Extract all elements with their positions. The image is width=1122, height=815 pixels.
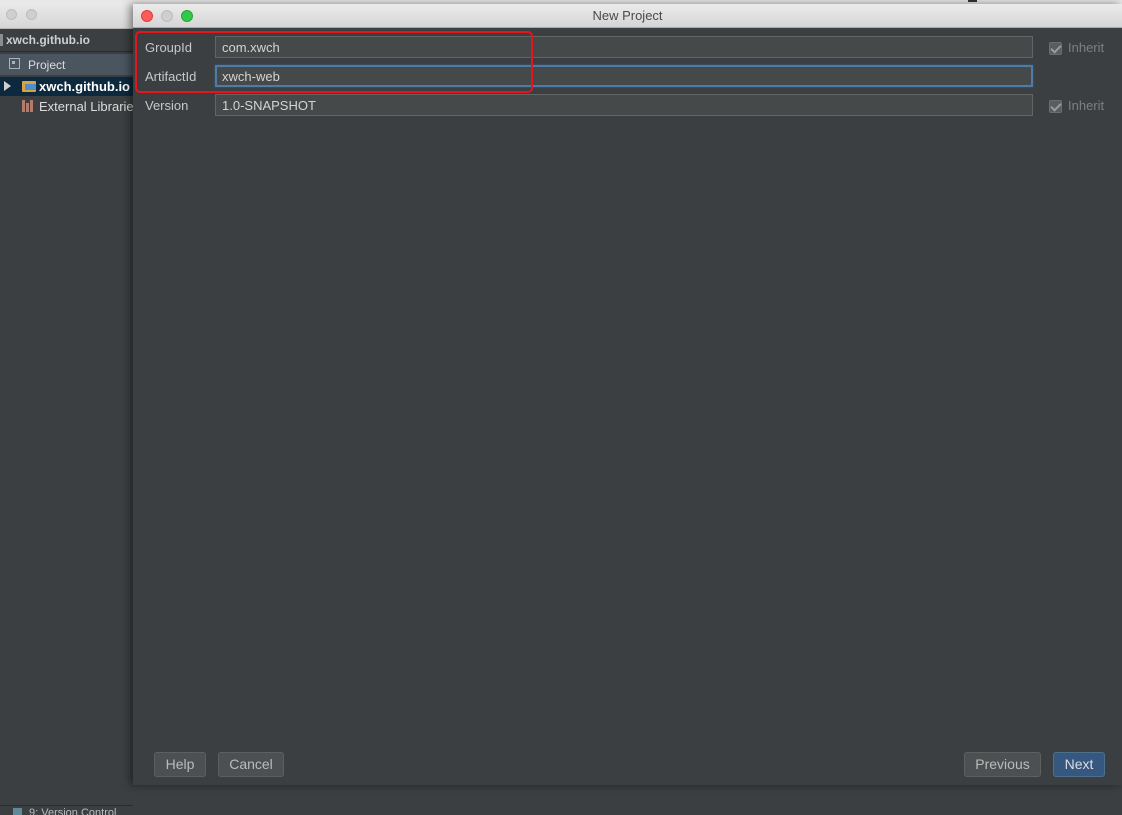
version-inherit-checkbox[interactable]: Inherit xyxy=(1049,98,1122,114)
breadcrumb-marker xyxy=(0,34,3,46)
inherit-label: Inherit xyxy=(1068,40,1105,55)
group-id-input[interactable] xyxy=(215,36,1033,58)
checkbox-icon xyxy=(1049,42,1062,55)
inherit-label: Inherit xyxy=(1068,98,1105,113)
version-control-tab[interactable]: 9: Version Control xyxy=(0,805,133,815)
project-sidebar: xwch.github.io Project xwch.github.io Ex… xyxy=(0,29,133,815)
tree-item-label: External Librarie xyxy=(39,99,133,114)
ide-top-strip xyxy=(0,0,1122,3)
version-control-icon xyxy=(13,808,22,815)
expand-arrow-icon[interactable] xyxy=(4,81,11,91)
dialog-titlebar: New Project xyxy=(133,4,1122,28)
version-label: Version xyxy=(145,98,189,113)
ide-close-light[interactable] xyxy=(6,9,17,20)
tree-item-root[interactable]: xwch.github.io xyxy=(0,77,133,96)
new-project-dialog: New Project GroupId Inherit ArtifactId V… xyxy=(133,4,1122,785)
version-input[interactable] xyxy=(215,94,1033,116)
project-view-tab[interactable]: Project xyxy=(0,54,133,75)
cancel-button[interactable]: Cancel xyxy=(218,752,284,777)
version-control-label: 9: Version Control xyxy=(29,807,117,815)
library-icon xyxy=(22,100,35,112)
breadcrumb-label: xwch.github.io xyxy=(6,33,90,47)
checkbox-icon xyxy=(1049,100,1062,113)
artifact-id-input[interactable] xyxy=(215,65,1033,87)
breadcrumb[interactable]: xwch.github.io xyxy=(0,29,133,52)
tree-item-external-libraries[interactable]: External Librarie xyxy=(0,97,133,116)
next-button[interactable]: Next xyxy=(1053,752,1105,777)
ide-minimize-light[interactable] xyxy=(26,9,37,20)
group-id-inherit-checkbox[interactable]: Inherit xyxy=(1049,40,1122,56)
project-icon xyxy=(9,58,20,69)
dialog-title: New Project xyxy=(592,8,663,23)
tree-item-label: xwch.github.io xyxy=(39,79,130,94)
project-tab-label: Project xyxy=(28,58,66,72)
folder-icon xyxy=(22,81,36,92)
help-button[interactable]: Help xyxy=(154,752,206,777)
group-id-label: GroupId xyxy=(145,40,192,55)
previous-button[interactable]: Previous xyxy=(964,752,1041,777)
artifact-id-label: ArtifactId xyxy=(145,69,197,84)
